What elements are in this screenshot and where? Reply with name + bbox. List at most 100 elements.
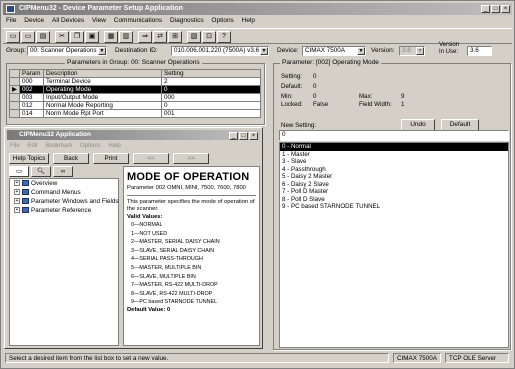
help-menu-options[interactable]: Options: [80, 143, 101, 149]
list-item: 5—MASTER, MULTIPLE BIN: [131, 264, 202, 271]
help-minimize-button[interactable]: _: [229, 132, 238, 140]
help-menu-file[interactable]: File: [10, 143, 20, 149]
expand-icon[interactable]: +: [14, 189, 20, 196]
row-marker: [9, 101, 20, 110]
open-icon[interactable]: ▭: [6, 31, 20, 43]
cut-icon[interactable]: ✂: [55, 31, 69, 43]
book-icon: [22, 198, 29, 205]
column-header-setting[interactable]: Setting: [161, 69, 261, 78]
tree-item-parameter-windows[interactable]: + Parameter Windows and Fields: [10, 197, 119, 206]
help-menu-help[interactable]: Help: [108, 143, 120, 149]
version-select[interactable]: 3.6 ▼: [399, 46, 425, 56]
table-row[interactable]: 000 Terminal Device 2: [9, 77, 261, 86]
disconnect-icon[interactable]: ⇄: [153, 31, 167, 43]
row-marker: [9, 77, 20, 86]
list-item[interactable]: 7 - Poll D Master: [280, 188, 508, 196]
menu-options[interactable]: Options: [211, 17, 233, 24]
valid-values-label: Valid Values:: [127, 214, 163, 220]
param-number: 000: [19, 77, 44, 86]
back-button[interactable]: Back: [53, 153, 89, 164]
expand-icon[interactable]: +: [14, 198, 20, 205]
help-maximize-button[interactable]: □: [239, 132, 248, 140]
version-label: Version:: [371, 47, 395, 54]
help-menu-bookmark[interactable]: Bookmark: [45, 143, 72, 149]
new-setting-input[interactable]: 0: [279, 130, 509, 141]
close-button[interactable]: ×: [501, 5, 510, 13]
menu-diagnostics[interactable]: Diagnostics: [170, 17, 204, 24]
list-item[interactable]: 4 - Passthrough: [280, 166, 508, 174]
setting-options-list[interactable]: 0 - Normal 1 - Master 3 - Slave 4 - Pass…: [279, 142, 509, 348]
device-select[interactable]: CIMAX 7500A ▼: [302, 46, 366, 56]
list-item: 7—MASTER, RS-422 MULTI-DROP: [131, 282, 218, 289]
menu-all-devices[interactable]: All Devices: [52, 17, 84, 24]
chevron-down-icon[interactable]: ▼: [98, 47, 106, 55]
tree-item-command-menus[interactable]: + Command Menus: [10, 188, 118, 197]
list-item[interactable]: 6 - Daisy 2 Slave: [280, 181, 508, 189]
table-row[interactable]: 012 Normal Mode Reporting 0: [9, 101, 261, 110]
group-select[interactable]: 00: Scanner Operations ▼: [27, 46, 107, 56]
upload-icon[interactable]: ▥: [119, 31, 133, 43]
help-contents-tree: + Overview + Command Menus + Parameter Wind…: [9, 178, 119, 346]
index-magnifier-icon[interactable]: 🔍︎: [31, 166, 51, 177]
copy-icon[interactable]: ❐: [70, 31, 84, 43]
help-icon[interactable]: ?: [217, 31, 231, 43]
column-header-description[interactable]: Description: [43, 69, 162, 78]
table-row[interactable]: 003 Input/Output Mode 000: [9, 93, 261, 102]
previous-topic-button[interactable]: <<: [133, 153, 169, 164]
chevron-down-icon[interactable]: ▼: [357, 47, 365, 55]
help-menu-bar: File Edit Bookmark Options Help: [7, 142, 260, 151]
max-value: 9: [401, 93, 405, 100]
list-item[interactable]: 5 - Daisy 2 Master: [280, 173, 508, 181]
contents-book-icon[interactable]: ▭: [9, 166, 29, 177]
menu-view[interactable]: View: [92, 17, 106, 24]
menu-file[interactable]: File: [6, 17, 16, 24]
version-in-use-value: 3.6: [467, 46, 492, 56]
table-row-selected[interactable]: ▶ 002 Operating Mode 0: [9, 85, 261, 94]
tree-item-overview[interactable]: + Overview: [10, 179, 118, 188]
connect-icon[interactable]: ⇒: [138, 31, 152, 43]
menu-help[interactable]: Help: [242, 17, 255, 24]
help-close-button[interactable]: ×: [249, 132, 258, 140]
menu-device[interactable]: Device: [24, 17, 44, 24]
destination-select[interactable]: 010.006.001.220 (7500A) v3.6 ▼: [171, 46, 269, 56]
new-setting-label: New Setting:: [281, 122, 317, 129]
param-setting: 0: [161, 85, 261, 94]
maximize-button[interactable]: □: [491, 5, 500, 13]
list-item-selected[interactable]: 0 - Normal: [280, 143, 508, 151]
help-menu-edit[interactable]: Edit: [27, 143, 37, 149]
list-item[interactable]: 9 - PC based STARNODE TUNNEL: [280, 203, 508, 211]
menu-communications[interactable]: Communications: [114, 17, 162, 24]
print-icon[interactable]: ▤: [36, 31, 50, 43]
print-button[interactable]: Print: [93, 153, 129, 164]
column-header-param[interactable]: Param: [19, 69, 44, 78]
row-marker-icon: ▶: [9, 85, 20, 94]
list-item: 8—SLAVE, RS-422 MULTI-DROP: [131, 290, 213, 297]
field-width-value: 1: [401, 101, 405, 108]
settings-icon[interactable]: ▧: [187, 31, 201, 43]
compare-icon[interactable]: ⊞: [168, 31, 182, 43]
list-item: 0—NORMAL: [131, 222, 163, 228]
expand-icon[interactable]: +: [14, 207, 20, 214]
selector-row: Group: 00: Scanner Operations ▼ Destinat…: [3, 42, 512, 57]
refresh-icon[interactable]: ⊡: [202, 31, 216, 43]
chevron-down-icon[interactable]: ▼: [260, 47, 268, 55]
tree-item-parameter-reference[interactable]: + Parameter Reference: [10, 206, 118, 215]
valid-values-list: 0—NORMAL 1—NOT USED 2—MASTER, SERIAL DAI…: [127, 221, 256, 307]
next-topic-button[interactable]: >>: [173, 153, 209, 164]
title-bar: CIPMenu32 - Device Parameter Setup Appli…: [3, 3, 512, 15]
book-icon: [22, 207, 29, 214]
help-topics-button[interactable]: Help Topics: [9, 153, 49, 164]
list-item[interactable]: 3 - Slave: [280, 158, 508, 166]
list-item[interactable]: 8 - Poll D Slave: [280, 196, 508, 204]
chevron-down-icon[interactable]: ▼: [416, 47, 424, 55]
save-icon[interactable]: ▭: [21, 31, 35, 43]
minimize-button[interactable]: _: [481, 5, 490, 13]
paste-icon[interactable]: ▣: [85, 31, 99, 43]
list-item: 3—SLAVE, SERIAL DAISY CHAIN: [131, 247, 215, 254]
list-item[interactable]: 1 - Master: [280, 151, 508, 159]
find-binoculars-icon[interactable]: ∞: [53, 166, 73, 177]
parameter-detail-title: Parameter: [002] Operating Mode: [280, 59, 381, 66]
expand-icon[interactable]: +: [14, 180, 20, 187]
table-row[interactable]: 014 Norm Mode Rpt Port 001: [9, 109, 261, 118]
download-icon[interactable]: ▦: [104, 31, 118, 43]
